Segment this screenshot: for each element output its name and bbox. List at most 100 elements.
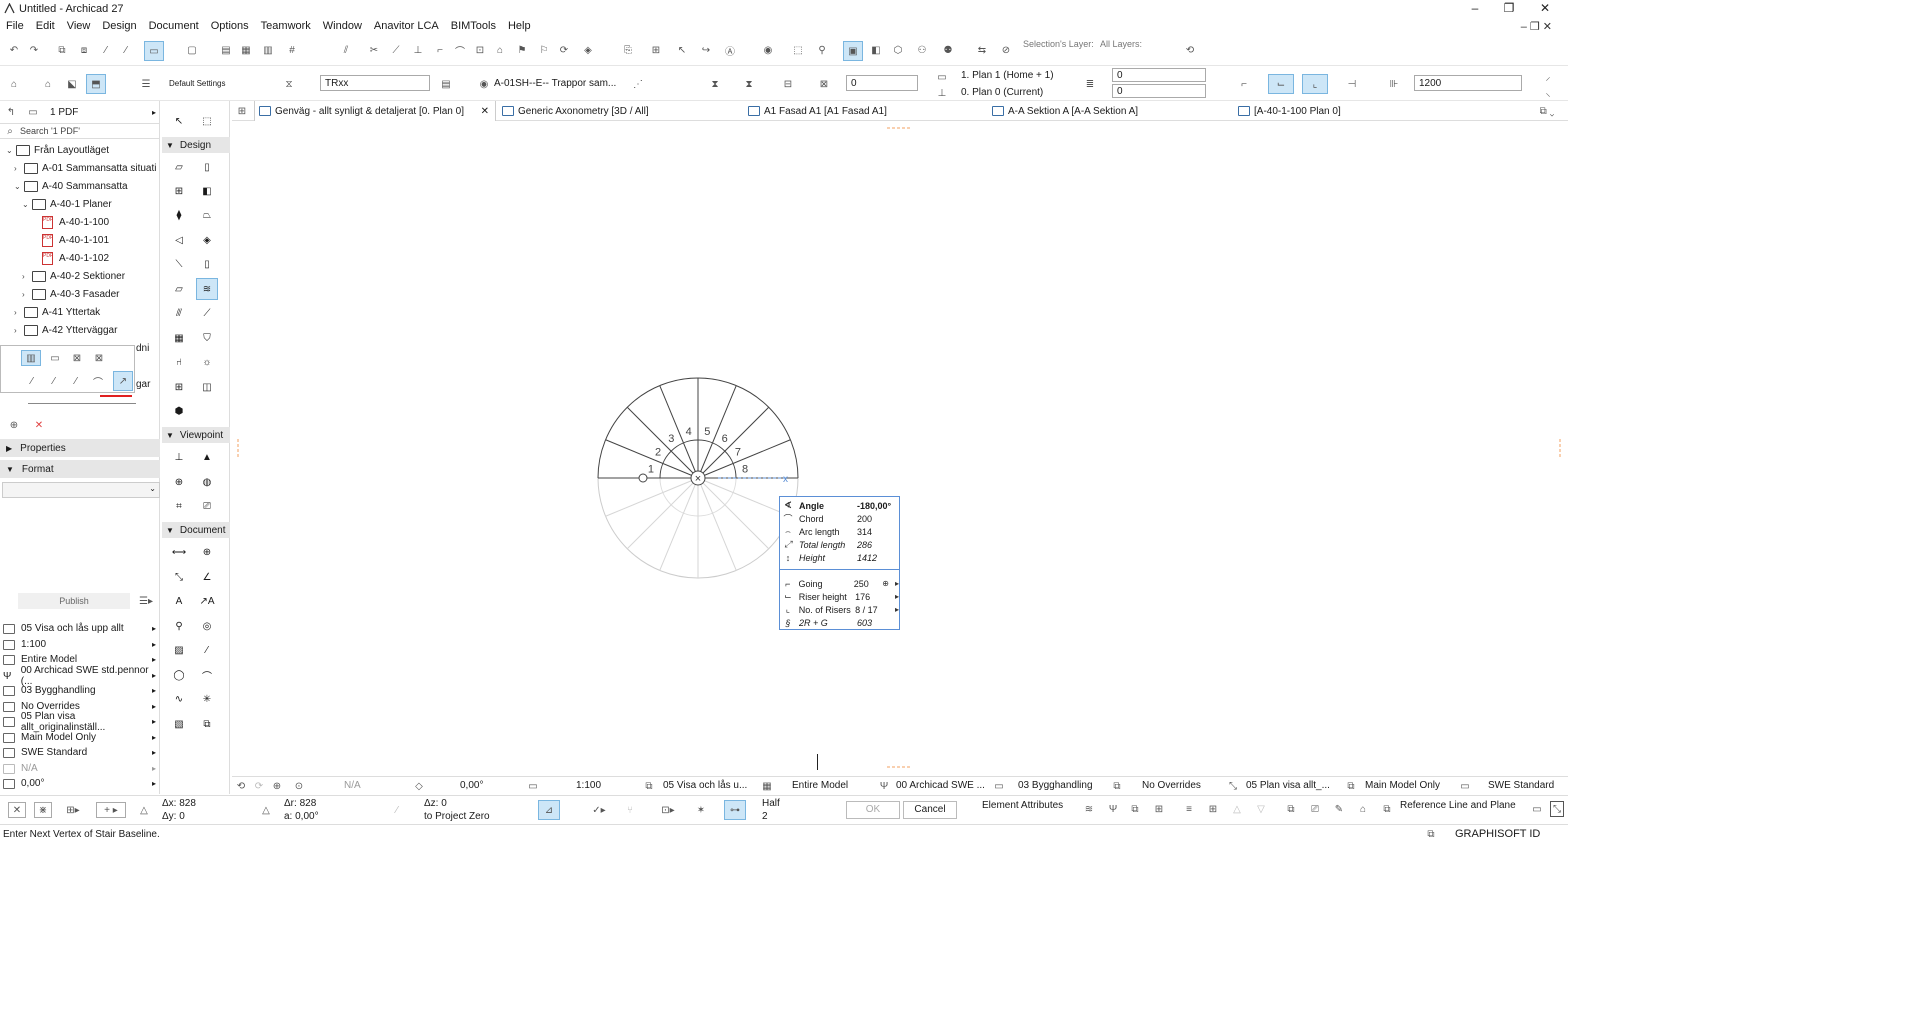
tree-item[interactable]: › A-40-2 Sektioner — [22, 267, 125, 285]
tracker-chord[interactable]: ⌒ Chord 200 — [780, 512, 899, 525]
flight-straight-icon[interactable]: ⌐ — [1236, 76, 1252, 92]
text-tool-icon[interactable]: A — [168, 590, 190, 612]
curve-icon[interactable]: ↪ — [698, 42, 714, 58]
polyline-tool-icon[interactable]: ⌒ — [196, 664, 218, 686]
reference-icon[interactable]: ⧉ — [1380, 801, 1394, 817]
tree-item-pdf[interactable]: PDF A-40-1-102 — [42, 249, 109, 267]
offset-snap-icon[interactable]: + ▸ — [96, 802, 126, 818]
layer-combo-value[interactable]: 05 Visa och lås u... — [663, 780, 747, 791]
delta-y-value[interactable]: Δy: 0 — [162, 811, 185, 822]
flag-icon[interactable]: ⚑ — [514, 42, 530, 58]
line-tool-icon[interactable]: ⁄ — [196, 639, 218, 661]
intersect-icon[interactable]: ⌐ — [432, 42, 448, 58]
lamp-tool-icon[interactable]: ☼ — [196, 351, 218, 373]
level-dimension-tool-icon[interactable]: ⊕ — [196, 541, 218, 563]
stair-settings-icon[interactable]: ⧖ — [281, 76, 297, 92]
render-icon[interactable]: ◈ — [580, 42, 596, 58]
home-story-icon[interactable]: ⌂ — [6, 76, 22, 92]
mesh-icon[interactable]: ⊞ — [648, 42, 664, 58]
detail-tool-icon[interactable]: ⌗ — [168, 495, 190, 517]
format-dropdown[interactable]: ⌄ — [2, 482, 160, 498]
baseline-straight-icon[interactable]: ⁄ — [23, 373, 41, 389]
settings-menu-icon[interactable]: ☰ — [138, 76, 154, 92]
undo-icon[interactable]: ↶ — [6, 42, 22, 58]
zoom-in-icon[interactable]: ⊕ — [270, 779, 284, 793]
publisher-set-selector[interactable]: 1 PDF — [50, 107, 78, 118]
morph-tool-icon[interactable]: ◈ — [196, 229, 218, 251]
split-icon[interactable]: ⟋ — [388, 42, 404, 58]
tracker-riser-height[interactable]: ⌙ Riser height 176 ▸ — [780, 590, 899, 603]
layout-book-icon[interactable]: ▭ — [24, 107, 42, 118]
label-tool-icon[interactable]: ↗A — [196, 590, 218, 612]
ramp-tool-icon[interactable]: ⟋ — [196, 302, 218, 324]
flight-winder-icon[interactable]: ⌞ — [1302, 74, 1328, 94]
delta-z-value[interactable]: Δz: 0 — [424, 798, 447, 809]
stair-flight-icon[interactable]: ⧗ — [738, 74, 760, 94]
rotate-right-icon[interactable]: ⟳ — [252, 779, 266, 793]
structure-icon[interactable]: ⋰ — [630, 76, 646, 92]
menu-anavitor[interactable]: Anavitor LCA — [374, 20, 439, 32]
zoom-fit-icon[interactable]: ⊙ — [292, 779, 306, 793]
current-story-selector[interactable]: 0. Plan 0 (Current) — [961, 87, 1043, 98]
baseline-polyline-icon[interactable]: ⁄ — [45, 373, 63, 389]
menu-help[interactable]: Help — [508, 20, 531, 32]
dimension-tool-icon[interactable]: ⟷ — [168, 541, 190, 563]
section-tool-icon[interactable]: ⊥ — [168, 446, 190, 468]
drawing-tool-icon[interactable]: ⧉ — [196, 713, 218, 735]
to-project-zero-label[interactable]: to Project Zero — [424, 811, 490, 822]
camera-tool-icon[interactable]: ⎚ — [196, 495, 218, 517]
guide-lines-icon[interactable]: ⊿ — [538, 800, 560, 820]
copy-icon[interactable]: ⎘ — [620, 42, 636, 58]
drawing-canvas[interactable]: 1 2 3 4 5 6 7 8 × x — [232, 121, 1568, 776]
marquee-tool-icon[interactable]: ⬚ — [196, 110, 218, 132]
adjust-icon[interactable]: ⊥ — [410, 42, 426, 58]
width-icon[interactable]: ⊟ — [780, 76, 796, 92]
stair-landing-icon[interactable]: ▭ — [45, 350, 65, 366]
home-icon[interactable]: ⌂ — [492, 42, 508, 58]
object-tool-icon[interactable]: ⛉ — [196, 327, 218, 349]
building-material-icon[interactable]: ⊞ — [1152, 801, 1166, 817]
dimension-value[interactable]: 05 Plan visa allt_... — [1246, 780, 1330, 791]
stair-id-field[interactable]: TRxx — [320, 75, 430, 91]
chair-tool-icon[interactable]: ⑁ — [168, 351, 190, 373]
id-list-icon[interactable]: ▤ — [438, 76, 454, 92]
ok-button[interactable]: OK — [846, 801, 900, 819]
menu-teamwork[interactable]: Teamwork — [261, 20, 311, 32]
menu-options[interactable]: Options — [211, 20, 249, 32]
tab-elevation[interactable]: A1 Fasad A1 [A1 Fasad A1] — [744, 101, 988, 121]
stair-railing-icon[interactable]: ⧗ — [704, 74, 726, 94]
check-icon[interactable]: ✓▸ — [588, 802, 610, 818]
wall-tool-icon[interactable]: ▱ — [168, 156, 190, 178]
tab-floor-plan[interactable]: Genväg - allt synligt & detaljerat [0. P… — [254, 101, 496, 121]
maximize-button[interactable]: ❐ — [1494, 1, 1524, 17]
tree-item-pdf[interactable]: PDF A-40-1-100 — [42, 213, 109, 231]
circle-tool-icon[interactable]: ◯ — [168, 664, 190, 686]
top-link-icon[interactable]: ≣ — [1082, 76, 1098, 92]
format-panel-header[interactable]: ▼ Format — [0, 460, 160, 478]
tab-options-icon[interactable]: ⧉ ⌄ — [1532, 104, 1562, 118]
house-bar-icon[interactable]: ⌂ — [1356, 801, 1370, 817]
elevation-tool-icon[interactable]: ▲ — [196, 446, 218, 468]
layer-selector[interactable]: A-01SH--E-- Trappor sam... — [494, 78, 616, 89]
interior-elevation-tool-icon[interactable]: ⊕ — [168, 471, 190, 493]
globe-icon[interactable]: ◉ — [760, 42, 776, 58]
geometry-method-icon[interactable]: ⬕ — [64, 76, 80, 92]
arrow-tool-icon[interactable]: ↖ — [168, 110, 190, 132]
fillet-icon[interactable]: ⌒ — [452, 42, 468, 58]
quick-option-scale[interactable]: 1:100 ▸ — [0, 637, 160, 652]
group-icon[interactable]: ⬚ — [790, 42, 806, 58]
baseline-arc-icon[interactable]: ⌒ — [89, 373, 107, 389]
tracker-going[interactable]: ⌐ Going 250 ⊕ ▸ — [780, 577, 899, 590]
mesh-tool-icon[interactable]: ⏥ — [168, 278, 190, 300]
layer-toggle-icon[interactable]: ⊘ — [998, 42, 1014, 58]
walk-icon[interactable]: ⚇ — [914, 42, 930, 58]
snap-point-icon[interactable]: ⋇ — [34, 802, 52, 818]
worksheet-tool-icon[interactable]: ◍ — [196, 471, 218, 493]
status-panel-icon[interactable]: ⧉ — [1424, 827, 1438, 841]
half-number[interactable]: 2 — [762, 811, 768, 822]
figure-tool-icon[interactable]: ▧ — [168, 713, 190, 735]
symbol-icon[interactable]: Ⓐ — [722, 42, 738, 58]
tree-item[interactable]: › A-41 Yttertak — [14, 303, 100, 321]
layers-bar-icon[interactable]: ≋ — [1082, 801, 1096, 817]
marker-tool-icon[interactable]: ⚲ — [168, 615, 190, 637]
